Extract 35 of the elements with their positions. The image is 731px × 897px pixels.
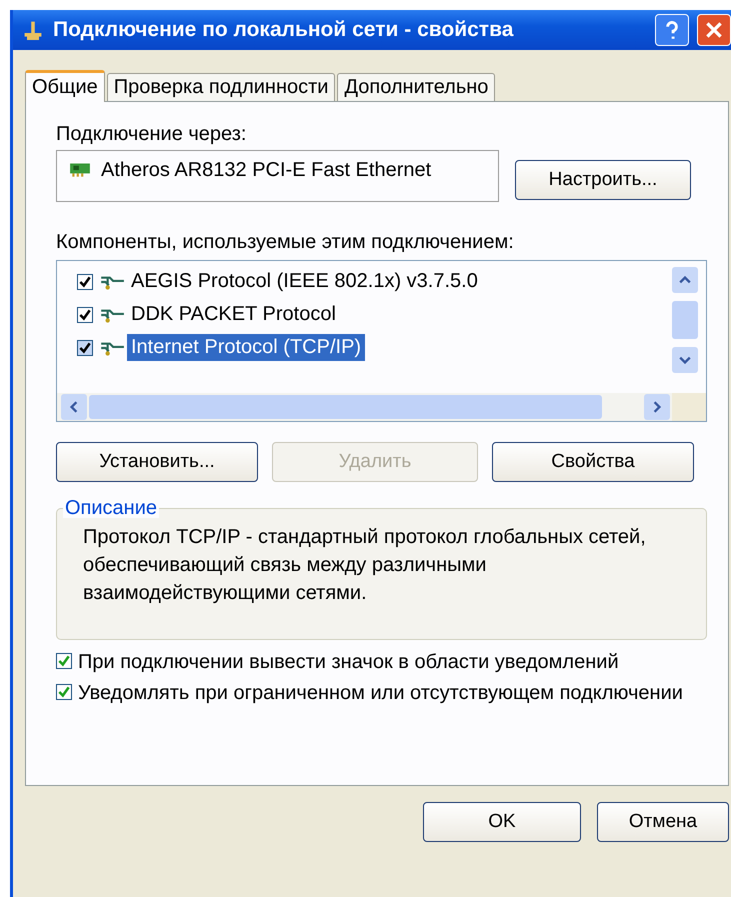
- dialog-button[interactable]: Отмена: [597, 802, 729, 842]
- checkbox[interactable]: [77, 274, 93, 290]
- description-text: Протокол TCP/IP - стандартный протокол глобальных сетей, обеспечивающий связь между различными взаимодействующими сетями.: [83, 525, 647, 606]
- component-button[interactable]: Свойства: [492, 442, 694, 482]
- component-button[interactable]: Установить...: [56, 442, 258, 482]
- option-label: Уведомлять при ограниченном или отсутствующем подключении: [78, 681, 683, 706]
- network-card-icon: [69, 161, 91, 177]
- adapter-name: Atheros AR8132 PCI-E Fast Ethernet: [101, 159, 432, 182]
- tab[interactable]: Дополнительно: [337, 73, 496, 101]
- checkbox[interactable]: [77, 306, 93, 322]
- scroll-left-icon: [68, 401, 80, 413]
- scroll-up-icon: [679, 274, 691, 286]
- component-item[interactable]: Internet Protocol (TCP/IP): [127, 334, 366, 361]
- configure-button[interactable]: Настроить...: [515, 160, 691, 200]
- horizontal-scrollbar[interactable]: [57, 393, 706, 421]
- dialog-button[interactable]: OK: [423, 802, 581, 842]
- scroll-down-icon: [679, 354, 691, 366]
- component-item[interactable]: AEGIS Protocol (IEEE 802.1x) v3.7.5.0: [127, 268, 482, 295]
- help-button[interactable]: [655, 14, 689, 46]
- checkbox[interactable]: [77, 340, 93, 356]
- close-button[interactable]: [697, 14, 731, 46]
- checkbox[interactable]: [56, 684, 72, 700]
- scroll-thumb[interactable]: [672, 301, 698, 339]
- tab[interactable]: Общие: [25, 70, 105, 102]
- component-item[interactable]: DDK PACKET Protocol: [127, 301, 340, 328]
- window-title: Подключение по локальной сети - свойства: [53, 18, 514, 42]
- checkbox[interactable]: [56, 653, 72, 669]
- option-label: При подключении вывести значок в области уведомлений: [78, 650, 619, 675]
- scroll-right-icon: [651, 401, 663, 413]
- scroll-thumb[interactable]: [89, 395, 602, 419]
- tab[interactable]: Проверка подлинности: [106, 73, 336, 101]
- components-label: Компоненты, используемые этим подключением:: [56, 232, 515, 252]
- description-title: Описание: [63, 498, 160, 518]
- connect-via-label: Подключение через:: [56, 124, 248, 144]
- scrollbar-corner: [672, 393, 706, 421]
